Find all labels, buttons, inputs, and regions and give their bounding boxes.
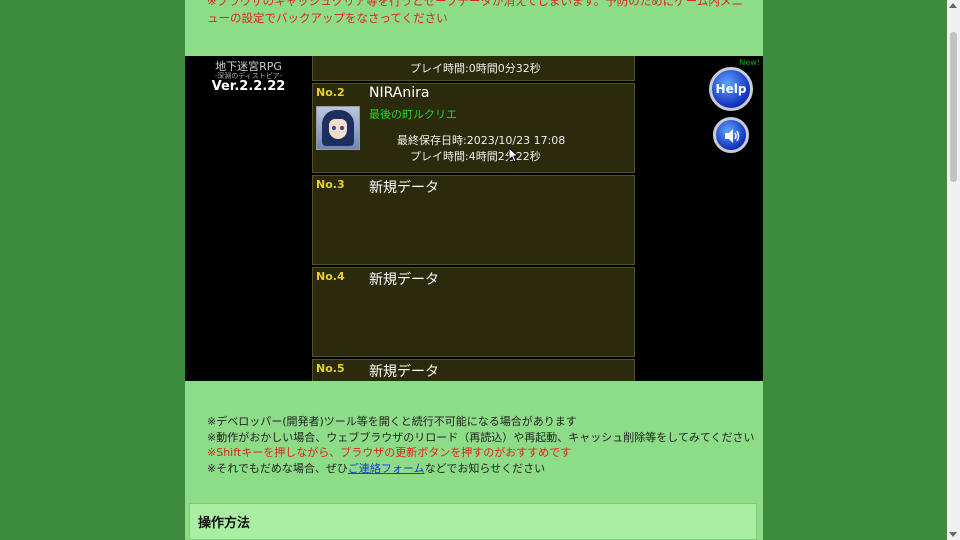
slot-play-time: プレイ時間:0時間0分32秒: [410, 62, 541, 75]
scroll-thumb[interactable]: [950, 32, 957, 182]
save-slot-2[interactable]: No.2 NIRAnira 最後の町ルクリエ 最終保存日時:2023/10/23…: [312, 83, 635, 173]
slot-number: No.2: [316, 86, 345, 99]
slot-saved-time: 最終保存日時:2023/10/23 17:08: [397, 134, 566, 147]
game-version: Ver.2.2.22: [211, 79, 286, 94]
note-contact-prefix: ※それでもだめな場合、ぜひ: [207, 461, 348, 475]
slot-player-name: 新規データ: [369, 180, 439, 196]
notes-section: ※デベロッパー(開発者)ツール等を開くと続行不可能になる場合があります ※動作が…: [207, 414, 757, 476]
slot-player-name: 新規データ: [369, 364, 439, 380]
help-button[interactable]: Help: [709, 67, 753, 111]
save-slot-5[interactable]: No.5 新規データ: [312, 359, 635, 381]
scroll-down-arrow-icon[interactable]: [949, 532, 957, 537]
slot-number: No.4: [316, 270, 345, 283]
speaker-icon: [725, 129, 740, 143]
howto-title: 操作方法: [198, 516, 251, 531]
vertical-scrollbar[interactable]: [947, 0, 960, 540]
character-avatar: [316, 106, 360, 150]
scroll-up-arrow-icon[interactable]: [949, 3, 957, 8]
mouse-cursor-icon: [508, 147, 520, 163]
slot-player-name: NIRAnira: [369, 85, 430, 101]
note-shift-reload: ※Shiftキーを押しながら、ブラウザの更新ボタンを押すのがおすすめです: [207, 446, 572, 459]
new-badge: New!: [739, 58, 760, 67]
slot-play-time: プレイ時間:4時間2分22秒: [410, 150, 541, 163]
page-column: ※ブラウザのキャッシュクリア等を行うとセーブデータが消えてしまいます。予防のため…: [185, 0, 763, 540]
note-contact: ※それでもだめな場合、ぜひご連絡フォームなどでお知らせください: [207, 461, 757, 477]
game-info-panel: 地下迷宮RPG -深淵のディストピア- Ver.2.2.22: [185, 56, 312, 381]
note-contact-suffix: などでお知らせください: [424, 461, 546, 475]
slot-player-name: 新規データ: [369, 272, 439, 288]
contact-form-link[interactable]: ご連絡フォーム: [348, 462, 425, 475]
game-canvas[interactable]: 地下迷宮RPG -深淵のディストピア- Ver.2.2.22 プレイ時間:0時間…: [185, 56, 763, 381]
slot-number: No.5: [316, 362, 345, 375]
slot-number: No.3: [316, 178, 345, 191]
save-slot-list[interactable]: プレイ時間:0時間0分32秒 No.2 NIRAnira 最後の町ルクリエ 最終…: [312, 56, 635, 381]
slot-location: 最後の町ルクリエ: [369, 108, 457, 121]
note-reload: ※動作がおかしい場合、ウェブブラウザのリロード（再読込）や再起動、キャッシュ削除…: [207, 430, 755, 444]
save-slot-3[interactable]: No.3 新規データ: [312, 175, 635, 265]
sound-toggle-button[interactable]: [713, 117, 749, 153]
note-devtools: ※デベロッパー(開発者)ツール等を開くと続行不可能になる場合があります: [207, 415, 577, 428]
save-slot-1[interactable]: プレイ時間:0時間0分32秒: [312, 56, 635, 81]
save-slot-4[interactable]: No.4 新規データ: [312, 267, 635, 357]
howto-panel: 操作方法: [189, 503, 757, 540]
backup-warning: ※ブラウザのキャッシュクリア等を行うとセーブデータが消えてしまいます。予防のため…: [207, 0, 743, 25]
